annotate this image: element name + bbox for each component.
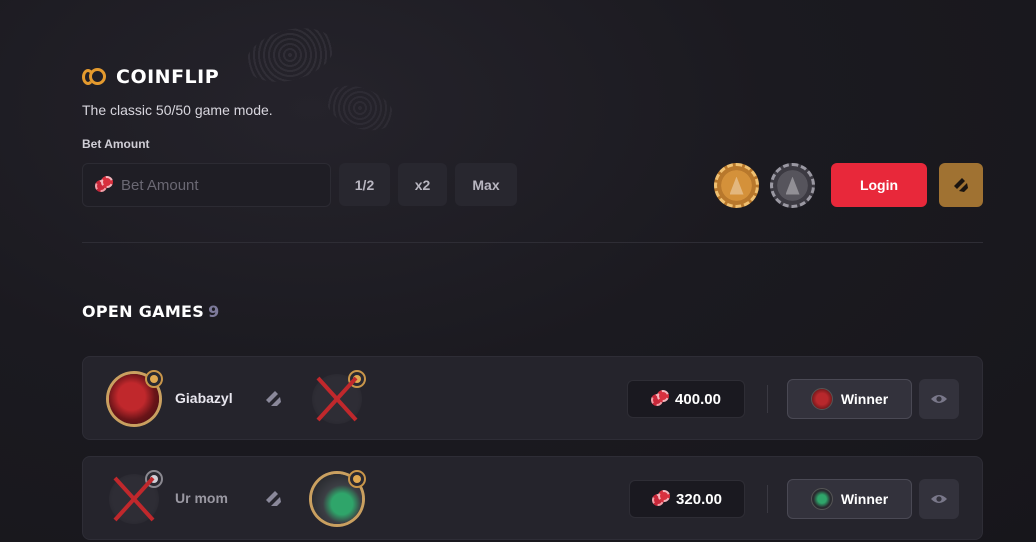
winner-avatar	[810, 388, 833, 410]
section-divider	[82, 242, 983, 243]
eye-icon	[931, 495, 947, 503]
player-avatar[interactable]	[109, 470, 163, 524]
winner-button[interactable]: Winner	[787, 379, 912, 419]
gold-side-coin-icon[interactable]	[714, 163, 759, 208]
page-title: COINFLIP	[82, 66, 219, 88]
chip-icon	[95, 176, 113, 194]
side-badge-icon	[145, 370, 163, 388]
view-game-button[interactable]	[919, 379, 959, 419]
winner-label: Winner	[840, 391, 889, 407]
player-avatar[interactable]	[109, 370, 163, 424]
player-name: Giabazyl	[175, 390, 233, 406]
background-chip-decoration	[240, 19, 340, 91]
winner-label: Winner	[840, 491, 889, 507]
versus-icon	[266, 391, 281, 406]
game-row: Ur mom 320.00 Winner	[82, 456, 983, 540]
opponent-avatar[interactable]	[312, 470, 366, 524]
winner-avatar	[810, 488, 833, 510]
open-games-heading: OPEN GAMES 9	[82, 302, 220, 321]
loser-cross-icon	[316, 376, 358, 422]
max-bet-button[interactable]: Max	[455, 163, 517, 206]
bet-amount-value: 400.00	[675, 390, 721, 408]
bet-amount-display: 320.00	[629, 480, 745, 518]
winner-button[interactable]: Winner	[787, 479, 912, 519]
bet-amount-value: 320.00	[676, 490, 722, 508]
open-games-count: 9	[208, 302, 220, 321]
player-name: Ur mom	[175, 490, 228, 506]
versus-icon	[266, 491, 281, 506]
coinflip-icon	[82, 67, 108, 87]
row-separator	[767, 485, 768, 513]
page-subtitle: The classic 50/50 game mode.	[82, 102, 273, 118]
bet-amount-display: 400.00	[627, 380, 745, 418]
view-game-button[interactable]	[919, 479, 959, 519]
double-bet-button[interactable]: x2	[398, 163, 447, 206]
side-badge-icon	[348, 470, 366, 488]
bet-amount-label: Bet Amount	[82, 137, 150, 151]
chip-icon	[651, 390, 670, 408]
game-row: Giabazyl 400.00 Winner	[82, 356, 983, 440]
row-separator	[767, 385, 768, 413]
bet-amount-input[interactable]	[121, 176, 311, 194]
bet-amount-field[interactable]	[82, 163, 331, 207]
loser-cross-icon	[113, 476, 155, 522]
half-bet-button[interactable]: 1/2	[339, 163, 390, 206]
page-title-text: COINFLIP	[116, 66, 220, 88]
empty-opponent-avatar[interactable]	[312, 370, 366, 424]
open-games-title: OPEN GAMES	[82, 302, 205, 321]
swap-sides-button[interactable]	[939, 163, 983, 207]
login-button[interactable]: Login	[831, 163, 927, 207]
chip-icon	[652, 490, 671, 508]
background-chip-decoration	[320, 77, 400, 139]
swap-icon	[954, 178, 968, 192]
eye-icon	[931, 395, 947, 403]
silver-side-coin-icon[interactable]	[770, 163, 815, 208]
